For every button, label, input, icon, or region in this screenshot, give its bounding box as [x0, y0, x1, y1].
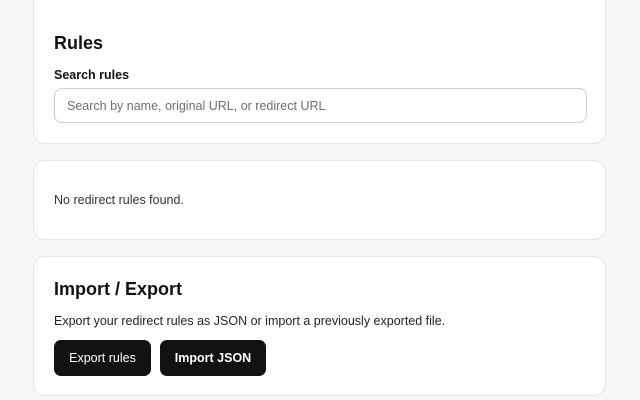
import-export-card: Import / Export Export your redirect rul… — [33, 256, 606, 396]
export-rules-button[interactable]: Export rules — [54, 340, 151, 376]
import-export-description: Export your redirect rules as JSON or im… — [54, 314, 446, 328]
search-rules-label: Search rules — [54, 68, 130, 82]
rules-title: Rules — [54, 33, 104, 53]
search-rules-input[interactable] — [54, 88, 587, 123]
import-json-button[interactable]: Import JSON — [160, 340, 266, 376]
import-export-title: Import / Export — [54, 279, 183, 299]
rules-card: Rules Search rules — [33, 0, 606, 144]
empty-rules-message: No redirect rules found. — [54, 193, 184, 207]
rules-list-card: No redirect rules found. — [33, 160, 606, 240]
